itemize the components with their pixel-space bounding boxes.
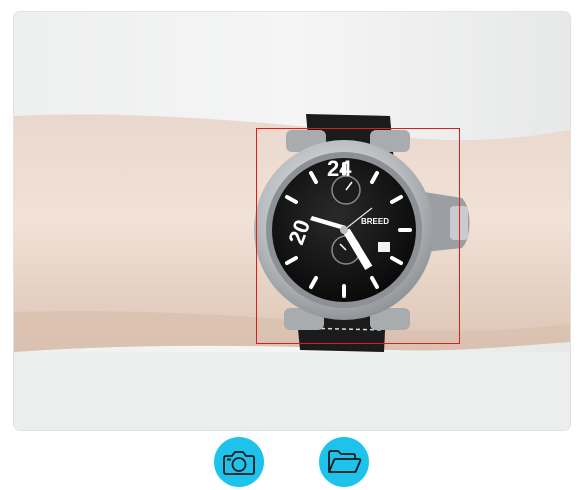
photo-detector-screen: 24 20 BREED: [0, 0, 578, 490]
camera-icon: [222, 447, 256, 477]
folder-open-icon: [326, 448, 362, 476]
photo-preview: 24 20 BREED: [14, 12, 570, 430]
camera-button[interactable]: [214, 437, 264, 487]
open-folder-button[interactable]: [319, 437, 369, 487]
detection-box: [256, 128, 460, 344]
